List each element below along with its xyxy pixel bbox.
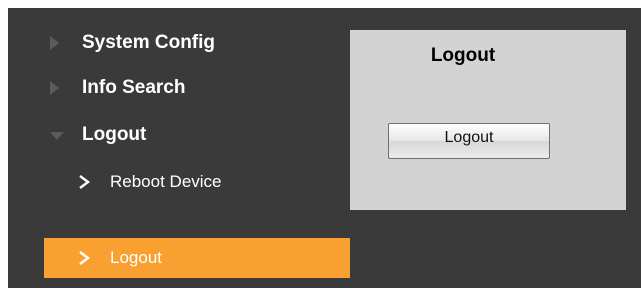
tab-logout[interactable]: Logout xyxy=(350,30,626,82)
caret-right-icon xyxy=(50,36,59,50)
sidebar-subitem-reboot-device[interactable]: Reboot Device xyxy=(44,162,350,202)
sidebar-subitem-logout[interactable]: Logout xyxy=(44,238,350,278)
panel-edge xyxy=(626,30,641,84)
logout-panel: Logout Logout xyxy=(350,30,626,210)
sidebar-subitem-label: Reboot Device xyxy=(110,172,222,191)
chevron-right-icon xyxy=(79,175,90,189)
sidebar-item-logout-group[interactable]: Logout xyxy=(8,115,350,155)
sidebar-item-label: System Config xyxy=(82,32,216,53)
chevron-right-icon xyxy=(79,251,90,265)
sidebar-item-info-search[interactable]: Info Search xyxy=(8,68,350,108)
sidebar-nav: System Config Info Search Logout Reboot … xyxy=(8,8,350,288)
sidebar-subitem-label: Logout xyxy=(110,248,162,267)
sidebar-item-label: Logout xyxy=(82,124,147,145)
app-frame: System Config Info Search Logout Reboot … xyxy=(8,8,641,288)
sidebar-item-label: Info Search xyxy=(82,77,186,98)
sidebar-item-system-config[interactable]: System Config xyxy=(8,23,350,63)
logout-button[interactable]: Logout xyxy=(388,123,550,159)
caret-right-icon xyxy=(50,81,59,95)
tab-label: Logout xyxy=(430,45,496,66)
logout-button-label: Logout xyxy=(444,129,494,146)
caret-down-icon xyxy=(50,132,64,140)
